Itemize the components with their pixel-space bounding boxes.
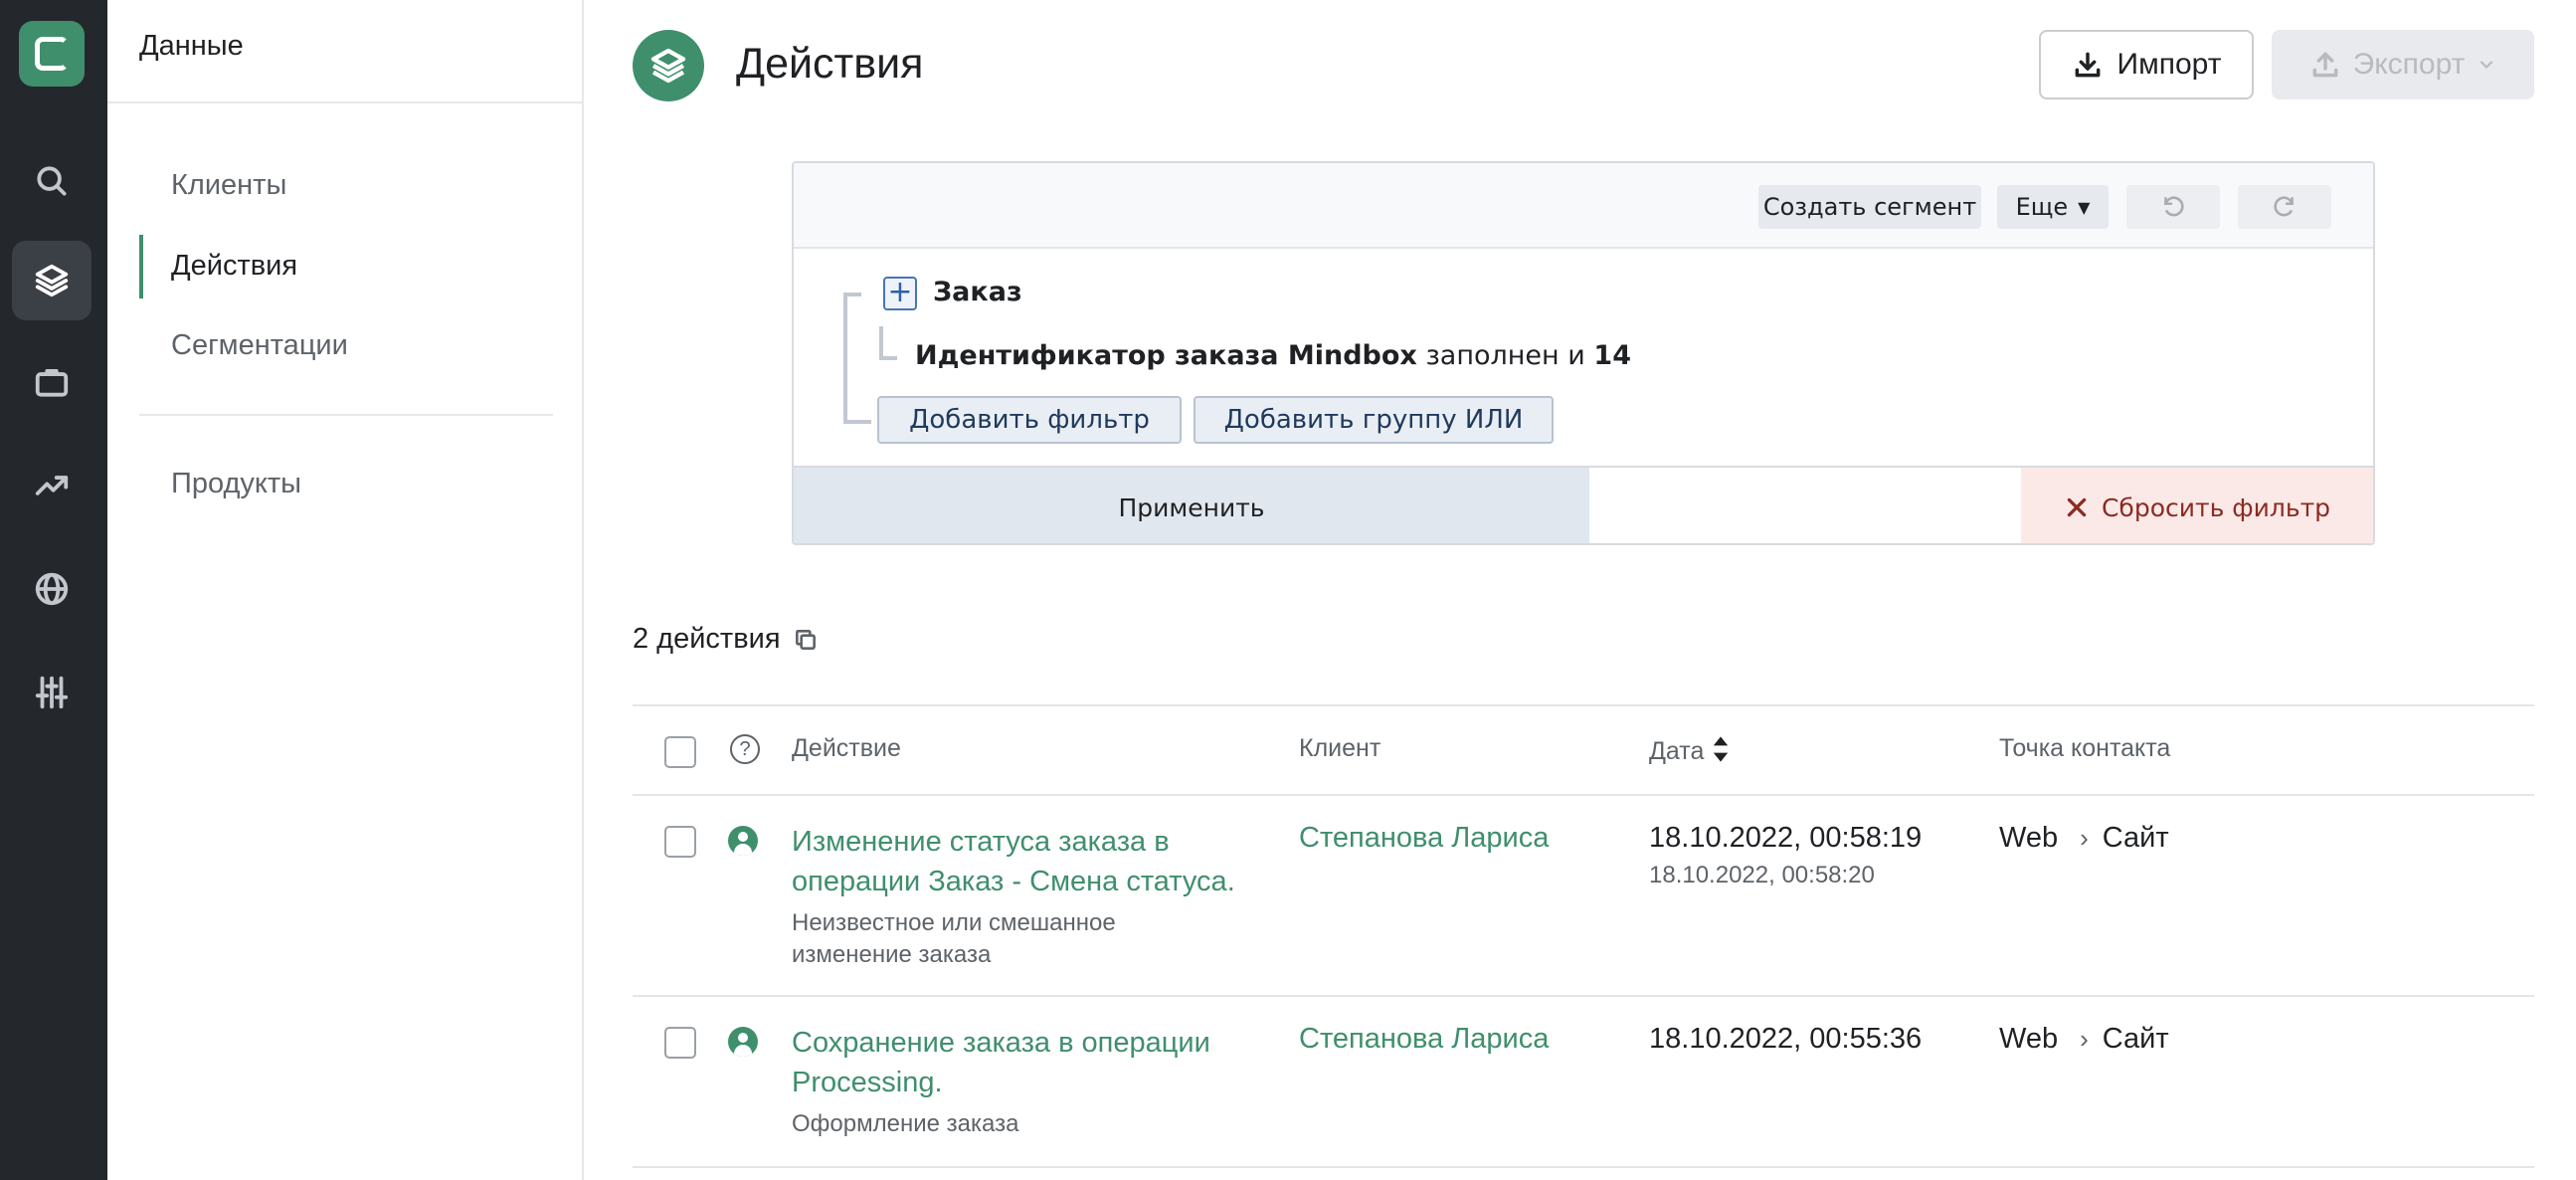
sidebar-title: Данные [139,30,244,62]
create-segment-button[interactable]: Создать сегмент [1758,185,1981,229]
table-row[interactable]: Сохранение заказа в операции Processing.… [633,997,2534,1168]
touchpoint-point: Сайт [2102,1023,2169,1055]
tree-line [879,356,897,360]
nav-rail [0,0,107,1180]
undo-icon [2164,196,2184,217]
column-touchpoint: Точка контакта [1999,734,2171,762]
chevron-right-icon: › [2080,823,2089,853]
export-button[interactable]: Экспорт [2272,30,2534,99]
close-icon [2067,497,2087,517]
filter-group-label[interactable]: Заказ [933,277,1022,307]
expand-plus-icon[interactable]: + [883,277,917,310]
client-link[interactable]: Степанова Лариса [1299,1023,1549,1056]
column-client: Клиент [1299,734,1381,762]
help-icon[interactable]: ? [730,734,760,764]
client-link[interactable]: Степанова Лариса [1299,822,1549,855]
redo-icon [2274,196,2294,217]
action-date-secondary: 18.10.2022, 00:58:20 [1649,862,1875,888]
table-header: ? Действие Клиент Дата Точка контакта [633,704,2534,796]
column-date[interactable]: Дата [1649,734,1730,771]
section-sidebar: Данные Клиенты Действия Сегментации Прод… [107,0,584,1180]
condition-field: Идентификатор заказа Mindbox [915,340,1417,371]
action-subtitle: Неизвестное или смешанное изменение зака… [792,909,1116,968]
condition-value: 14 [1593,340,1631,371]
row-checkbox[interactable] [664,826,696,858]
reset-filter-button[interactable]: Сбросить фильтр [2021,468,2373,543]
column-date-label: Дата [1649,737,1705,766]
filter-footer: Применить Сбросить фильтр [794,466,2373,543]
layers-icon [633,30,704,101]
sidebar-item-actions[interactable]: Действия [171,250,297,283]
action-date: 18.10.2022, 00:55:36 [1649,1023,1923,1055]
action-link[interactable]: Изменение статуса заказа в операции Зака… [792,822,1269,901]
caret-down-icon: ▼ [2078,197,2091,217]
trend-icon[interactable] [12,446,92,525]
sidebar-item-clients[interactable]: Клиенты [171,169,286,202]
action-date: 18.10.2022, 00:58:19 [1649,822,1923,854]
briefcase-icon[interactable] [12,342,92,422]
actions-table: ? Действие Клиент Дата Точка контакта Из… [633,704,2534,1168]
tree-line [843,293,861,296]
column-action: Действие [792,734,901,762]
page-title: Действия [736,40,924,88]
layers-icon[interactable] [12,241,92,320]
upload-icon [2312,52,2338,78]
export-label: Экспорт [2352,48,2466,81]
action-link[interactable]: Сохранение заказа в операции Processing. [792,1023,1269,1102]
import-label: Импорт [2116,48,2222,81]
divider [107,101,582,103]
sliders-icon[interactable] [12,653,92,732]
results-count: 2 действия [633,623,819,656]
filter-condition[interactable]: Идентификатор заказа Mindbox заполнен и … [915,340,1631,371]
touchpoint: Web › Сайт [1999,822,2169,855]
more-label: Еще [2015,193,2069,221]
copy-icon[interactable] [793,627,819,653]
more-dropdown[interactable]: Еще ▼ [1997,185,2109,229]
logo-icon[interactable] [19,21,85,87]
user-icon [728,1027,758,1057]
reset-filter-label: Сбросить фильтр [2101,492,2331,522]
row-checkbox[interactable] [664,1027,696,1059]
action-subtitle: Оформление заказа [792,1110,1019,1137]
filter-toolbar: Создать сегмент Еще ▼ [794,163,2373,249]
user-icon [728,826,758,856]
apply-button[interactable]: Применить [794,468,1589,543]
touchpoint-channel: Web [1999,822,2059,854]
tree-line [843,293,847,424]
touchpoint: Web › Сайт [1999,1023,2169,1056]
condition-operator: заполнен и [1425,340,1585,371]
divider [139,414,553,416]
chevron-down-icon [2481,61,2493,69]
sort-icon[interactable] [1712,734,1730,771]
sidebar-item-products[interactable]: Продукты [171,468,301,500]
add-filter-button[interactable]: Добавить фильтр [877,396,1182,444]
touchpoint-channel: Web [1999,1023,2059,1055]
select-all-checkbox[interactable] [664,736,696,768]
import-button[interactable]: Импорт [2039,30,2254,99]
active-indicator [139,235,143,298]
download-icon [2075,52,2100,78]
filter-panel: Создать сегмент Еще ▼ + Заказ Идентифика… [792,161,2375,545]
tree-line [879,326,883,360]
chevron-right-icon: › [2080,1024,2089,1054]
table-row[interactable]: Изменение статуса заказа в операции Зака… [633,796,2534,997]
search-icon[interactable] [12,141,92,221]
redo-button[interactable] [2238,185,2331,229]
undo-button[interactable] [2126,185,2220,229]
touchpoint-point: Сайт [2102,822,2169,854]
sidebar-item-segmentations[interactable]: Сегментации [171,329,348,362]
tree-line [843,420,871,424]
add-or-group-button[interactable]: Добавить группу ИЛИ [1194,396,1554,444]
results-count-text: 2 действия [633,623,781,655]
globe-icon[interactable] [12,549,92,629]
